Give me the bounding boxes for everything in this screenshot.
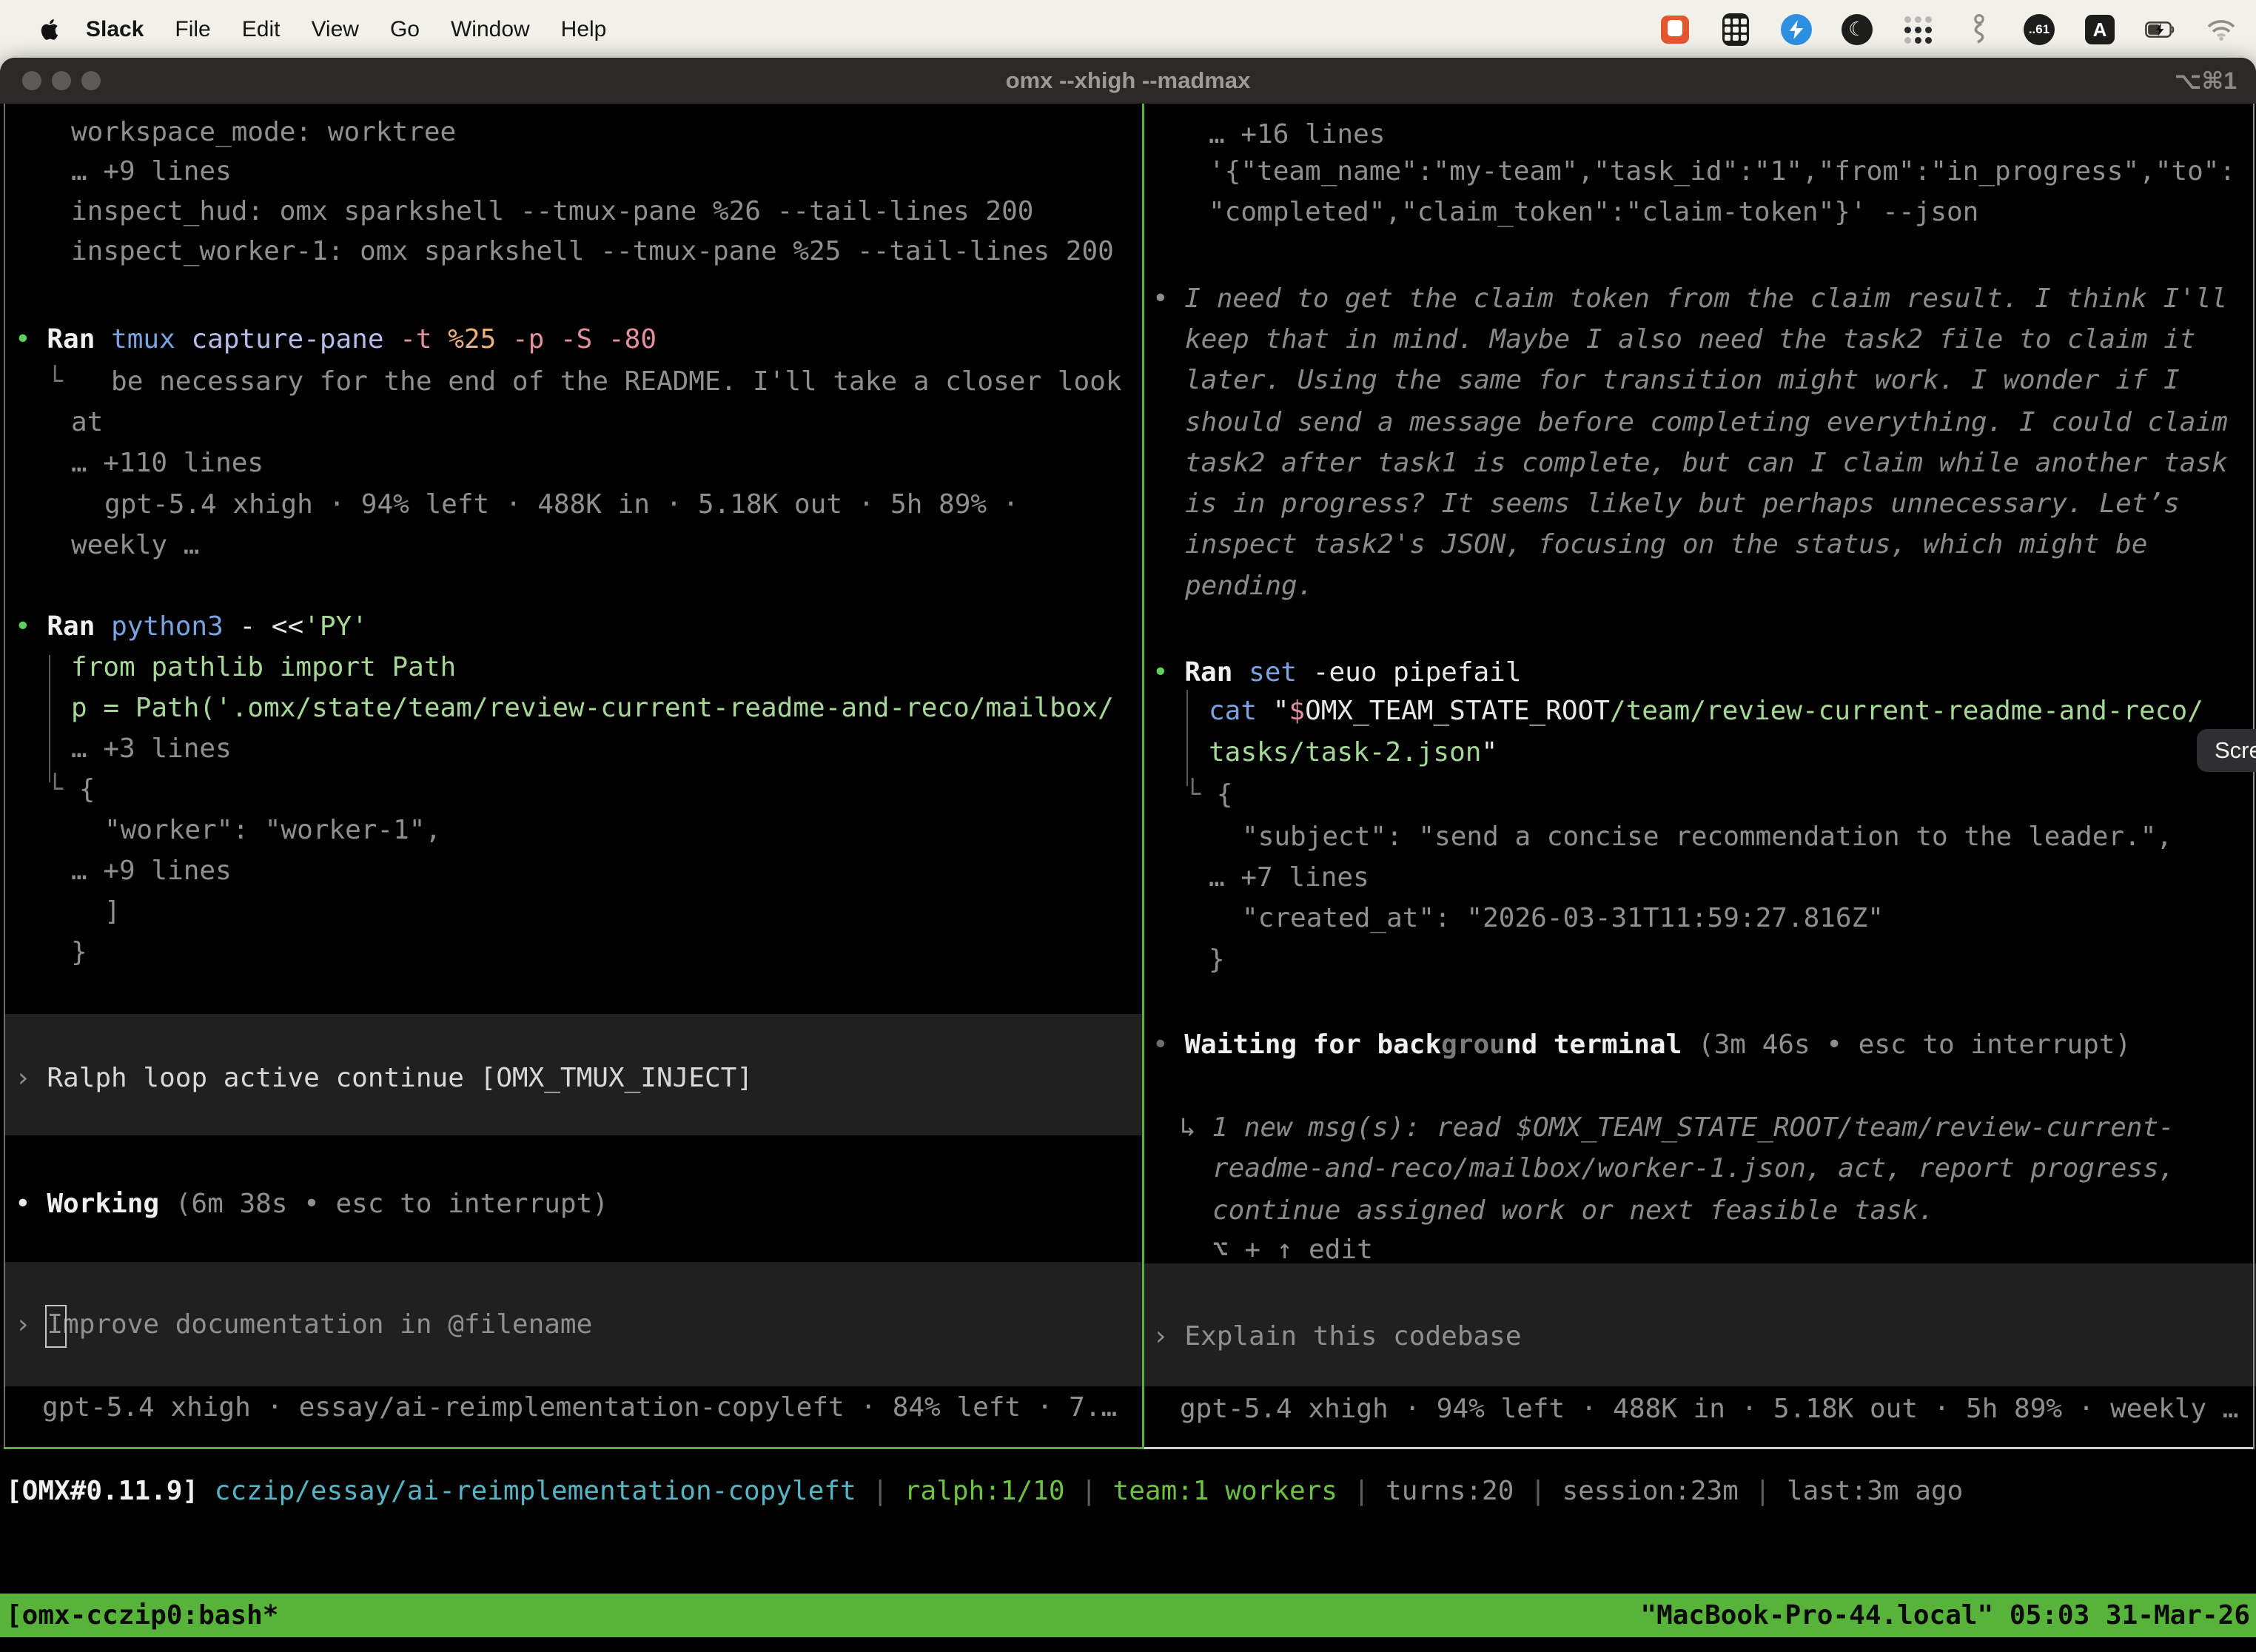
terminal-line: › Explain this codebase [1152,1317,1522,1357]
terminal-line: } [1209,940,1225,980]
left-pane-bottom-border [4,1447,1142,1449]
terminal-line: keep that in mind. Maybe I also need the… [1185,320,2195,360]
terminal-line: • Ran set -euo pipefail [1152,653,1522,693]
terminal-line: from pathlib import Path [71,648,456,688]
terminal-line: "created_at": "2026-03-31T11:59:27.816Z" [1242,899,1884,939]
menu-items: File Edit View Go Window Help [144,17,606,42]
terminal-line: ⌥ + ↑ edit [1212,1230,1373,1270]
input-source-label: A [2085,15,2115,44]
terminal-line: └ { [1152,775,1232,815]
terminal-line: • I need to get the claim token from the… [1152,279,2227,319]
recording-indicator-icon[interactable] [1659,14,1691,45]
terminal-line: pending. [1185,566,1313,606]
terminal-line: inspect task2's JSON, focusing on the st… [1185,525,2147,565]
count-badge-icon[interactable]: ..61 [2024,14,2055,45]
text-cursor [45,1305,67,1348]
terminal-line: task2 after task1 is complete, but can I… [1185,443,2228,483]
terminal-line: • Ran tmux capture-pane -t %25 -p -S -80 [15,320,657,360]
terminal-line: › Ralph loop active continue [OMX_TMUX_I… [15,1058,753,1098]
terminal-line: └ be necessary for the end of the README… [15,362,1122,402]
pane-divider[interactable] [1142,104,1144,1449]
terminal-line: is in progress? It seems likely but perh… [1185,484,2180,524]
terminal-line: ↳ 1 new msg(s): read $OMX_TEAM_STATE_ROO… [1180,1108,2175,1148]
terminal-line: should send a message before completing … [1185,403,2228,443]
moon-app-icon[interactable]: ☾ [1842,14,1873,45]
tmux-host-clock: "MacBook-Pro-44.local" 05:03 31-Mar-26 [1640,1594,2250,1637]
output-connector [1186,690,1188,786]
tmux-session-label: [omx-cczip0:bash* [6,1594,278,1637]
terminal-line: › Improve documentation in @filename [15,1305,592,1345]
menu-bar: Slack File Edit View Go Window Help ☾ ..61 A [0,0,2256,59]
shortcuts-icon[interactable] [1963,14,1994,45]
terminal-line: … +7 lines [1209,858,1369,898]
apple-menu-icon[interactable] [38,16,62,44]
menu-item-help[interactable]: Help [561,17,607,41]
terminal-line: continue assigned work or next feasible … [1212,1191,1934,1231]
terminal-line: gpt-5.4 xhigh · essay/ai-reimplementatio… [42,1388,1117,1428]
terminal-line: weekly … [71,526,199,565]
input-source-icon[interactable]: A [2084,14,2115,45]
terminal-line: "worker": "worker-1", [104,810,441,850]
terminal-line: "completed","claim_token":"claim-token"}… [1209,192,1978,232]
terminal-line: tasks/task-2.json" [1209,733,1497,773]
window-title: omx --xhigh --madmax [0,58,2256,104]
menu-item-edit[interactable]: Edit [242,17,281,41]
omx-status-line: [OMX#0.11.9] cczip/essay/ai-reimplementa… [6,1471,1963,1511]
right-pane-right-border [2253,104,2255,1449]
terminal-line: } [71,933,87,973]
menu-item-go[interactable]: Go [390,17,420,41]
terminal-line: inspect_worker-1: omx sparkshell --tmux-… [71,232,1114,272]
screenshot-tooltip: Scre [2197,729,2256,772]
terminal-content[interactable]: workspace_mode: worktree… +9 linesinspec… [0,104,2256,1652]
terminal-line: … +9 lines [71,152,232,192]
terminal-line: • Waiting for background terminal (3m 46… [1152,1025,2131,1065]
terminal-line: cat "$OMX_TEAM_STATE_ROOT/team/review-cu… [1209,691,2203,731]
terminal-line: • Ran python3 - <<'PY' [15,607,368,647]
terminal-line: "subject": "send a concise recommendatio… [1242,817,2172,857]
output-connector [49,655,50,782]
count-badge-label: ..61 [2024,14,2055,45]
terminal-line: … +3 lines [71,729,232,769]
terminal-line: '{"team_name":"my-team","task_id":"1","f… [1209,152,2235,192]
terminal-line: readme-and-reco/mailbox/worker-1.json, a… [1212,1149,2175,1189]
terminal-line: gpt-5.4 xhigh · 94% left · 488K in · 5.1… [104,485,1018,525]
keypad-icon[interactable] [1720,14,1751,45]
bolt-app-icon[interactable] [1781,14,1812,45]
tmux-status-bar: [omx-cczip0:bash* "MacBook-Pro-44.local"… [0,1594,2256,1637]
dots-grid-icon[interactable] [1902,14,1933,45]
menu-app-name[interactable]: Slack [86,17,144,42]
menu-item-window[interactable]: Window [451,17,530,41]
left-pane-left-border [4,104,5,1448]
menu-item-view[interactable]: View [311,17,358,41]
right-pane-bottom-border [1144,1447,2253,1449]
terminal-line: … +110 lines [71,443,263,483]
terminal-line: • Working (6m 38s • esc to interrupt) [15,1184,608,1224]
wifi-icon[interactable] [2206,14,2237,45]
menu-item-file[interactable]: File [175,17,210,41]
terminal-line: p = Path('.omx/state/team/review-current… [71,688,1114,728]
status-icons: ☾ ..61 A [1659,14,2237,45]
terminal-line: at [71,403,103,443]
terminal-line: └ { [15,770,95,810]
terminal-line: gpt-5.4 xhigh · 94% left · 488K in · 5.1… [1180,1389,2238,1429]
terminal-line: later. Using the same for transition mig… [1185,360,2180,400]
terminal-line: workspace_mode: worktree [71,113,456,152]
terminal-window: omx --xhigh --madmax ⌥⌘1 workspace_mode:… [0,58,2256,1652]
terminal-line: … +9 lines [71,851,232,891]
window-shortcut-hint: ⌥⌘1 [2175,58,2237,104]
battery-icon[interactable] [2145,14,2176,45]
title-bar[interactable]: omx --xhigh --madmax ⌥⌘1 [0,58,2256,104]
terminal-line: ] [104,892,121,932]
terminal-line: inspect_hud: omx sparkshell --tmux-pane … [71,192,1033,232]
terminal-line: … +16 lines [1209,115,1385,155]
